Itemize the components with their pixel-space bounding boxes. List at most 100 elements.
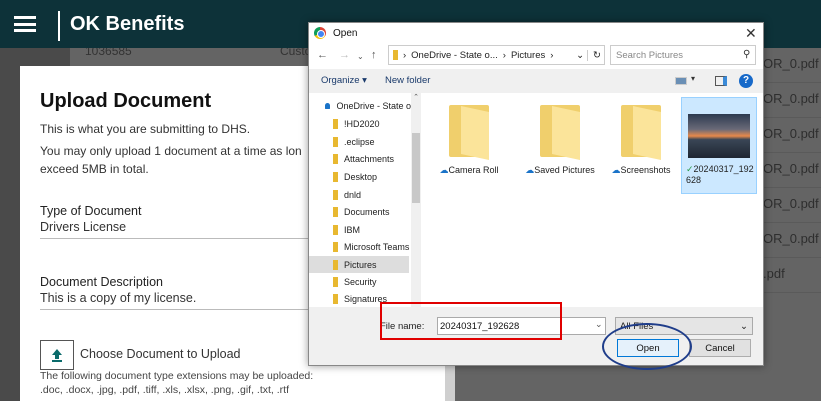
item-label: Saved Pictures — [534, 165, 595, 175]
folder-icon — [333, 259, 338, 270]
folder-item[interactable]: ☁Camera Roll — [429, 97, 509, 176]
nav-item-onedrive[interactable]: OneDrive - State o — [325, 97, 411, 114]
page-title: Upload Document — [40, 90, 212, 112]
upload-button[interactable] — [40, 340, 74, 370]
description-label: Document Description — [40, 275, 163, 289]
choose-label: Choose Document to Upload — [80, 347, 241, 361]
folder-icon — [621, 105, 661, 160]
folder-icon — [333, 189, 338, 200]
search-input[interactable]: Search Pictures — [610, 45, 756, 65]
extensions-text: The following document type extensions m… — [40, 370, 314, 382]
organize-menu[interactable]: Organize ▾ — [321, 75, 367, 86]
breadcrumb-item[interactable]: OneDrive - State o... — [411, 50, 498, 61]
chevron-down-icon: ⌄ — [740, 321, 748, 332]
nav-item[interactable]: !HD2020 — [333, 115, 419, 132]
nav-item[interactable]: .eclipse — [333, 133, 419, 150]
chevron-right-icon: › — [502, 49, 506, 61]
nav-label: IBM — [344, 224, 361, 235]
dialog-toolbar: Organize ▾ New folder ▾ ? — [309, 69, 763, 93]
file-name: OR_0.pdf — [763, 161, 819, 176]
folder-icon — [333, 136, 338, 147]
nav-item[interactable]: Security — [333, 273, 419, 290]
help-icon[interactable]: ? — [739, 74, 753, 88]
folder-icon — [393, 50, 398, 60]
header-content: OK Benefits — [0, 0, 821, 48]
file-name: .pdf — [763, 266, 785, 281]
nav-label: Documents — [344, 206, 390, 217]
search-icon: ⚲ — [743, 49, 751, 60]
brand-title: OK Benefits — [70, 13, 185, 35]
nav-item[interactable]: Attachments — [333, 150, 419, 167]
folder-icon — [333, 153, 338, 164]
recent-chevron-icon[interactable]: ⌄ — [357, 52, 364, 61]
nav-item-selected[interactable]: Pictures — [309, 256, 409, 273]
folder-icon — [333, 171, 338, 182]
folder-icon — [540, 105, 580, 160]
new-folder-button[interactable]: New folder — [385, 75, 430, 86]
preview-pane-icon[interactable] — [715, 76, 727, 86]
nav-label: Pictures — [344, 259, 377, 270]
navigation-pane: OneDrive - State o !HD2020 .eclipse Atta… — [309, 93, 421, 307]
refresh-icon[interactable]: ↻ — [593, 50, 604, 61]
extensions-list: .doc, .docx, .jpg, .pdf, .tiff, .xls, .x… — [40, 384, 289, 396]
nav-item[interactable]: Desktop — [333, 168, 419, 185]
chevron-down-icon[interactable]: ⌄ — [595, 319, 603, 330]
scroll-up-icon[interactable]: ⌃ — [411, 93, 421, 101]
nav-item[interactable]: Documents — [333, 203, 419, 220]
nav-label: Desktop — [344, 171, 378, 182]
cancel-button[interactable]: Cancel — [689, 339, 751, 357]
limit-text-cont: exceed 5MB in total. — [40, 162, 149, 176]
image-file-item-selected[interactable]: ✓20240317_192628 — [681, 97, 757, 194]
address-bar[interactable]: › OneDrive - State o... › Pictures › ⌄ ↻ — [388, 45, 605, 65]
circle-annotation — [602, 323, 692, 370]
image-thumbnail — [688, 114, 750, 158]
item-label: Screenshots — [620, 165, 671, 175]
up-icon[interactable]: ↑ — [371, 49, 377, 61]
folder-icon — [333, 276, 338, 287]
highlight-annotation-box — [380, 302, 562, 340]
item-label: Camera Roll — [448, 165, 499, 175]
folder-icon — [333, 224, 338, 235]
item-label: 20240317_192628 — [686, 164, 754, 185]
folder-icon — [333, 118, 338, 129]
type-label: Type of Document — [40, 204, 142, 218]
chevron-down-icon[interactable]: ⌄ — [576, 49, 589, 61]
folder-item[interactable]: ☁Screenshots — [601, 97, 681, 176]
folder-icon — [333, 293, 338, 304]
synced-check-icon: ✓ — [686, 164, 694, 174]
file-name: OR_0.pdf — [763, 56, 819, 71]
back-icon[interactable]: ← — [317, 49, 328, 61]
menu-icon[interactable] — [14, 16, 36, 32]
chevron-right-icon: › — [403, 49, 407, 61]
nav-label: OneDrive - State o — [336, 100, 411, 111]
nav-label: Security — [344, 276, 377, 287]
nav-item[interactable]: IBM — [333, 221, 419, 238]
nav-item[interactable]: Microsoft Teams — [333, 238, 419, 255]
nav-label: Microsoft Teams — [344, 241, 410, 252]
intro-text: This is what you are submitting to DHS. — [40, 122, 251, 136]
limit-text: You may only upload 1 document at a time… — [40, 144, 302, 158]
forward-icon[interactable]: → — [339, 49, 350, 61]
nav-scrollbar-thumb[interactable] — [412, 133, 420, 203]
breadcrumb-item[interactable]: Pictures — [511, 50, 545, 61]
nav-item[interactable]: dnld — [333, 186, 419, 203]
file-name: OR_0.pdf — [763, 126, 819, 141]
nav-label: .eclipse — [344, 136, 375, 147]
folder-item[interactable]: ☁Saved Pictures — [520, 97, 600, 176]
view-icon[interactable] — [675, 77, 687, 85]
folder-icon — [333, 241, 338, 252]
header-divider — [58, 11, 60, 41]
cloud-icon — [325, 102, 331, 109]
folder-icon — [449, 105, 489, 160]
folder-icon — [333, 206, 338, 217]
file-name: OR_0.pdf — [763, 91, 819, 106]
file-name: OR_0.pdf — [763, 231, 819, 246]
file-name: OR_0.pdf — [763, 196, 819, 211]
nav-label: Attachments — [344, 153, 395, 164]
cloud-icon: ☁ — [525, 165, 535, 175]
nav-label: !HD2020 — [344, 118, 380, 129]
chevron-down-icon[interactable]: ▾ — [691, 74, 695, 83]
upload-icon — [52, 349, 62, 362]
chevron-right-icon: › — [550, 49, 554, 61]
nav-label: dnld — [344, 189, 362, 200]
